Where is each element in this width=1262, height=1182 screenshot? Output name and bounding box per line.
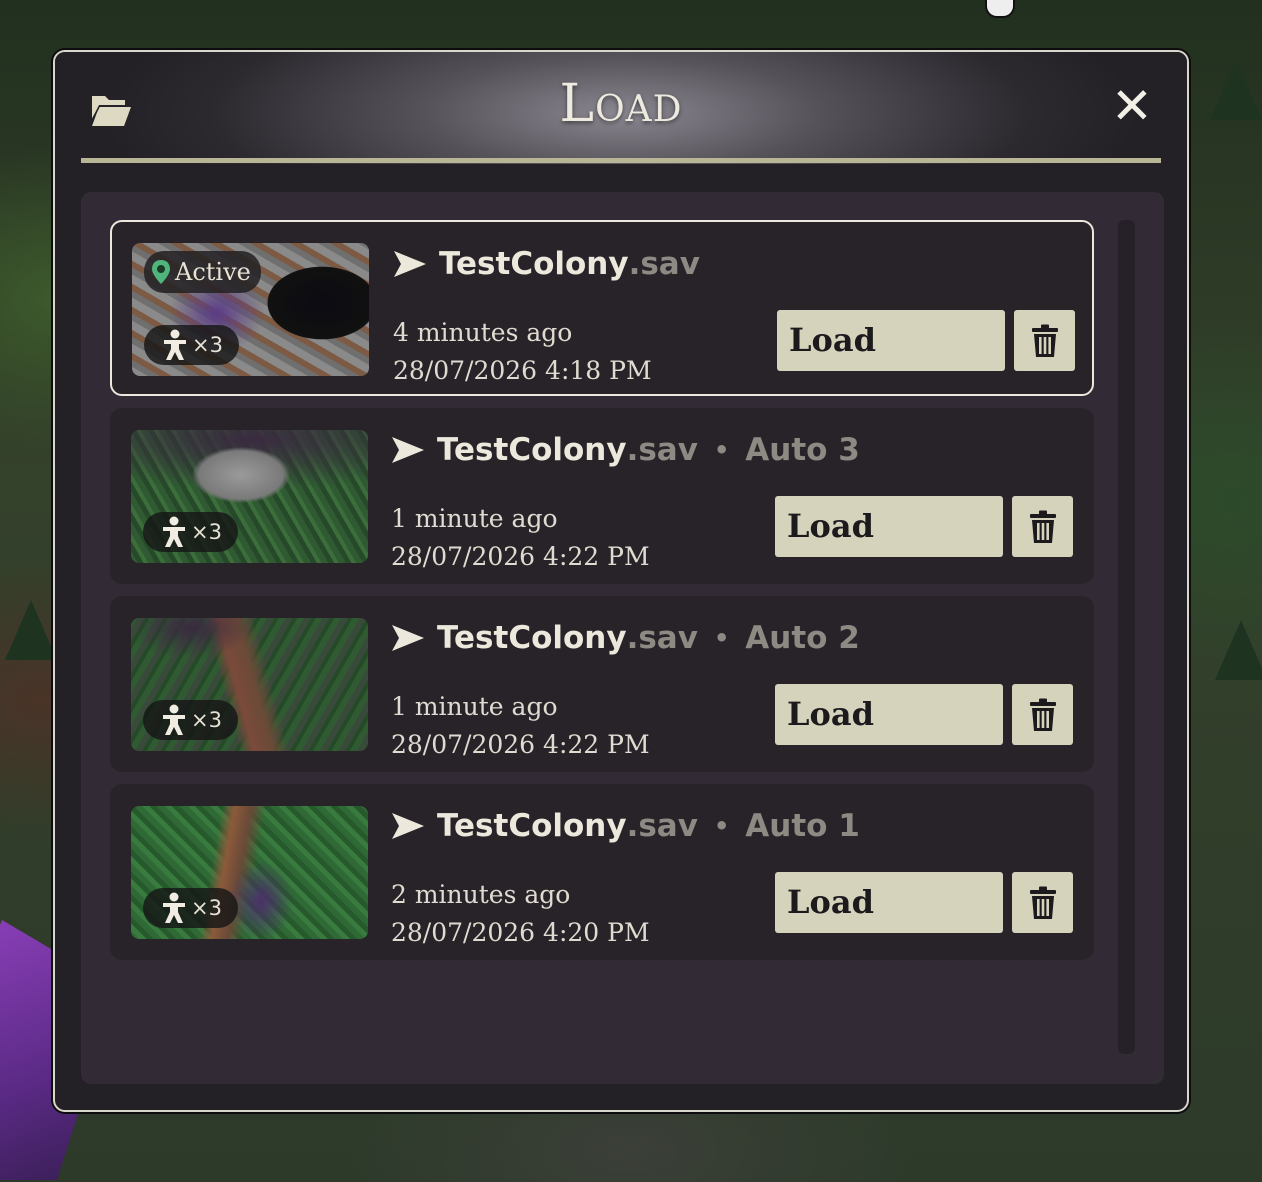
tree-decoration <box>5 600 57 660</box>
active-label: Active <box>175 258 251 286</box>
save-timestamp: 28/07/2026 4:20 PM <box>391 918 650 947</box>
load-button[interactable]: Load <box>775 872 1003 933</box>
dialog-title: Load <box>559 74 683 134</box>
colonist-icon <box>161 704 187 736</box>
scrollbar[interactable] <box>1118 220 1135 1054</box>
save-extension: .sav <box>626 620 698 656</box>
load-button[interactable]: Load <box>775 684 1003 745</box>
save-card[interactable]: Active ×3 TestColony .sav 4 minutes ago … <box>110 220 1094 396</box>
save-thumbnail: ×3 <box>131 618 368 751</box>
autosave-tag: Auto 3 <box>745 432 860 468</box>
cursor-hand-icon <box>985 0 1015 18</box>
colonist-icon <box>162 329 188 361</box>
save-timestamp: 28/07/2026 4:22 PM <box>391 542 650 571</box>
delete-button[interactable] <box>1012 684 1073 745</box>
save-thumbnail: ×3 <box>131 806 368 939</box>
colonist-count-badge: ×3 <box>143 700 238 740</box>
relative-time: 2 minutes ago <box>391 880 571 909</box>
colonist-count-badge: ×3 <box>143 512 238 552</box>
separator-dot: • <box>713 624 730 652</box>
save-timestamp: 28/07/2026 4:18 PM <box>393 356 652 385</box>
save-name: TestColony <box>437 620 627 656</box>
save-name: TestColony <box>439 246 629 282</box>
trash-icon <box>1031 324 1059 358</box>
active-badge: Active <box>144 251 261 293</box>
save-extension: .sav <box>628 246 700 282</box>
tree-decoration <box>1210 60 1262 120</box>
trash-icon <box>1029 510 1057 544</box>
save-card[interactable]: ×3 TestColony .sav • Auto 1 2 minutes ag… <box>110 784 1094 960</box>
trash-icon <box>1029 886 1057 920</box>
save-name-row: TestColony .sav • Auto 2 <box>391 616 860 660</box>
relative-time: 4 minutes ago <box>393 318 573 347</box>
tree-decoration <box>1215 620 1262 680</box>
relative-time: 1 minute ago <box>391 692 558 721</box>
colonist-icon <box>161 516 187 548</box>
save-extension: .sav <box>626 432 698 468</box>
close-icon[interactable]: ✕ <box>1109 81 1155 131</box>
colonist-count: ×3 <box>192 333 223 357</box>
colonist-icon <box>161 892 187 924</box>
arrow-right-icon <box>391 812 425 840</box>
delete-button[interactable] <box>1012 872 1073 933</box>
save-name-row: TestColony .sav <box>393 242 700 286</box>
load-button[interactable]: Load <box>777 310 1005 371</box>
delete-button[interactable] <box>1012 496 1073 557</box>
arrow-right-icon <box>391 436 425 464</box>
colonist-count: ×3 <box>191 520 222 544</box>
save-name-row: TestColony .sav • Auto 3 <box>391 428 860 472</box>
relative-time: 1 minute ago <box>391 504 558 533</box>
load-dialog: Load ✕ Active ×3 TestColony .sav 4 minut… <box>53 50 1189 1112</box>
save-card[interactable]: ×3 TestColony .sav • Auto 2 1 minute ago… <box>110 596 1094 772</box>
trash-icon <box>1029 698 1057 732</box>
map-pin-icon <box>150 259 172 285</box>
save-time: 4 minutes ago 28/07/2026 4:18 PM <box>393 314 652 390</box>
arrow-right-icon <box>391 624 425 652</box>
autosave-tag: Auto 2 <box>745 620 860 656</box>
save-thumbnail: ×3 <box>131 430 368 563</box>
delete-button[interactable] <box>1014 310 1075 371</box>
save-name: TestColony <box>437 432 627 468</box>
save-thumbnail: Active ×3 <box>132 243 369 376</box>
colonist-count: ×3 <box>191 708 222 732</box>
colonist-count: ×3 <box>191 896 222 920</box>
save-time: 2 minutes ago 28/07/2026 4:20 PM <box>391 876 650 952</box>
colonist-count-badge: ×3 <box>144 325 239 365</box>
autosave-tag: Auto 1 <box>745 808 860 844</box>
save-list: Active ×3 TestColony .sav 4 minutes ago … <box>81 192 1164 1084</box>
save-name-row: TestColony .sav • Auto 1 <box>391 804 860 848</box>
header-divider <box>81 158 1161 163</box>
save-time: 1 minute ago 28/07/2026 4:22 PM <box>391 688 650 764</box>
separator-dot: • <box>713 812 730 840</box>
save-timestamp: 28/07/2026 4:22 PM <box>391 730 650 759</box>
save-card[interactable]: ×3 TestColony .sav • Auto 3 1 minute ago… <box>110 408 1094 584</box>
save-extension: .sav <box>626 808 698 844</box>
separator-dot: • <box>713 436 730 464</box>
save-time: 1 minute ago 28/07/2026 4:22 PM <box>391 500 650 576</box>
arrow-right-icon <box>393 250 427 278</box>
save-name: TestColony <box>437 808 627 844</box>
load-button[interactable]: Load <box>775 496 1003 557</box>
colonist-count-badge: ×3 <box>143 888 238 928</box>
